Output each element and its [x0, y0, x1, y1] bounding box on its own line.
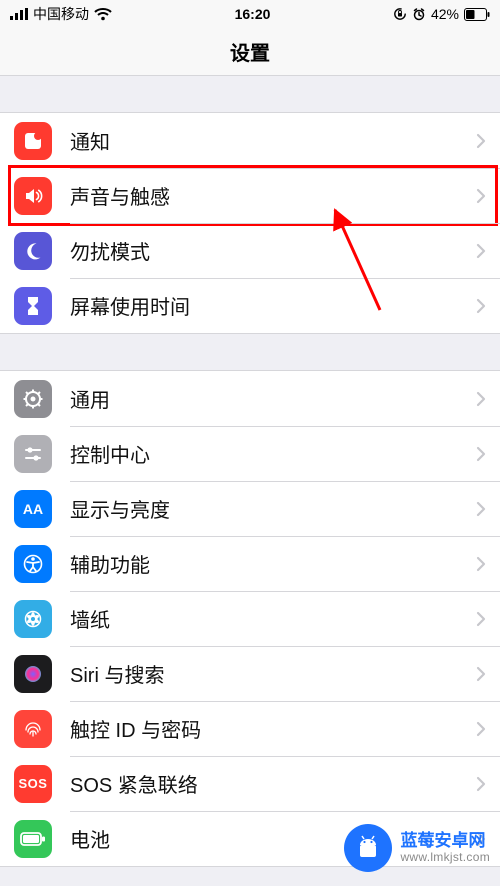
- page-title: 设置: [230, 37, 270, 66]
- chevron-right-icon: [476, 298, 486, 314]
- row-sos[interactable]: SOS SOS 紧急联络: [0, 756, 500, 811]
- section-gap: [0, 334, 500, 370]
- status-left: 中国移动: [10, 4, 112, 24]
- row-siri[interactable]: Siri 与搜索: [0, 646, 500, 701]
- nav-bar: 设置: [0, 28, 500, 76]
- status-bar: 中国移动 16:20 42%: [0, 0, 500, 28]
- row-sounds[interactable]: 声音与触感: [0, 168, 500, 223]
- row-label: 通用: [70, 384, 476, 413]
- status-time: 16:20: [235, 6, 271, 22]
- row-dnd[interactable]: 勿扰模式: [0, 223, 500, 278]
- battery-icon: [464, 8, 490, 21]
- notifications-icon: [14, 122, 52, 160]
- chevron-right-icon: [476, 556, 486, 572]
- section-gap: [0, 76, 500, 112]
- chevron-right-icon: [476, 666, 486, 682]
- watermark-text: 蓝莓安卓网 www.lmkjst.com: [400, 832, 490, 864]
- row-notifications[interactable]: 通知: [0, 113, 500, 168]
- battery-row-icon: [14, 820, 52, 858]
- row-touchid[interactable]: 触控 ID 与密码: [0, 701, 500, 756]
- chevron-right-icon: [476, 721, 486, 737]
- svg-text:AA: AA: [23, 501, 43, 517]
- chevron-right-icon: [476, 391, 486, 407]
- settings-group-1: 通知 声音与触感 勿扰模式 屏幕使用时间: [0, 112, 500, 334]
- row-label: 勿扰模式: [70, 236, 476, 265]
- row-screentime[interactable]: 屏幕使用时间: [0, 278, 500, 333]
- row-label: 通知: [70, 126, 476, 155]
- display-icon: AA: [14, 490, 52, 528]
- accessibility-icon: [14, 545, 52, 583]
- screentime-icon: [14, 287, 52, 325]
- orientation-lock-icon: [393, 7, 407, 21]
- row-wallpaper[interactable]: 墙纸: [0, 591, 500, 646]
- row-accessibility[interactable]: 辅助功能: [0, 536, 500, 591]
- row-label: 墙纸: [70, 604, 476, 633]
- row-label: 显示与亮度: [70, 494, 476, 523]
- row-label: 屏幕使用时间: [70, 291, 476, 320]
- sos-icon: SOS: [14, 765, 52, 803]
- cellular-signal-icon: [10, 8, 28, 20]
- chevron-right-icon: [476, 446, 486, 462]
- row-display[interactable]: AA 显示与亮度: [0, 481, 500, 536]
- watermark: 蓝莓安卓网 www.lmkjst.com: [344, 824, 490, 872]
- controlcenter-icon: [14, 435, 52, 473]
- watermark-badge-icon: [344, 824, 392, 872]
- touchid-icon: [14, 710, 52, 748]
- watermark-title: 蓝莓安卓网: [400, 832, 490, 851]
- chevron-right-icon: [476, 243, 486, 259]
- sounds-icon: [14, 177, 52, 215]
- row-label: 控制中心: [70, 439, 476, 468]
- row-controlcenter[interactable]: 控制中心: [0, 426, 500, 481]
- row-label: 辅助功能: [70, 549, 476, 578]
- row-label: 触控 ID 与密码: [70, 714, 476, 743]
- carrier-label: 中国移动: [33, 4, 89, 24]
- chevron-right-icon: [476, 776, 486, 792]
- wifi-icon: [94, 8, 112, 21]
- alarm-icon: [412, 7, 426, 21]
- row-label: SOS 紧急联络: [70, 769, 476, 798]
- chevron-right-icon: [476, 611, 486, 627]
- settings-group-2: 通用 控制中心 AA 显示与亮度 辅助功能 墙纸 Siri 与搜索: [0, 370, 500, 867]
- siri-icon: [14, 655, 52, 693]
- sos-icon-text: SOS: [19, 776, 48, 791]
- dnd-icon: [14, 232, 52, 270]
- chevron-right-icon: [476, 133, 486, 149]
- row-label: 声音与触感: [70, 181, 476, 210]
- battery-percentage-label: 42%: [431, 6, 459, 22]
- row-general[interactable]: 通用: [0, 371, 500, 426]
- wallpaper-icon: [14, 600, 52, 638]
- row-label: Siri 与搜索: [70, 659, 476, 688]
- general-icon: [14, 380, 52, 418]
- status-right: 42%: [393, 6, 490, 22]
- chevron-right-icon: [476, 188, 486, 204]
- watermark-url: www.lmkjst.com: [400, 851, 490, 864]
- chevron-right-icon: [476, 501, 486, 517]
